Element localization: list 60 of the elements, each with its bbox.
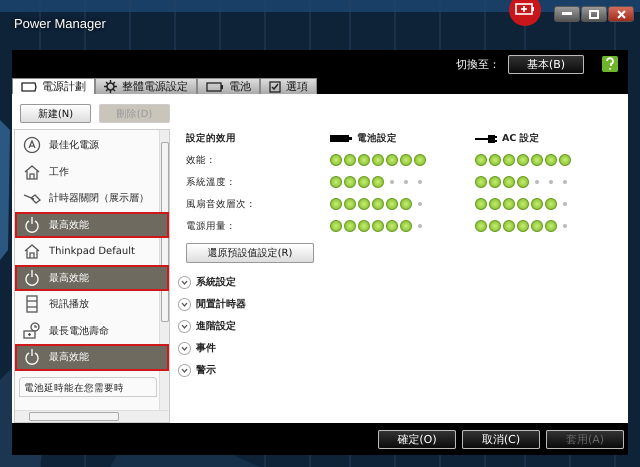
expand-icon[interactable] bbox=[178, 364, 191, 376]
ok-button[interactable]: 確定(O) bbox=[378, 430, 456, 448]
tab[interactable]: 整體電源設定 bbox=[95, 78, 197, 94]
tip-text: 電池延時能在您需要時 bbox=[24, 382, 124, 396]
tab[interactable]: 選項 bbox=[260, 78, 317, 94]
section-title[interactable]: 事件 bbox=[196, 341, 216, 355]
expand-icon[interactable] bbox=[178, 342, 191, 354]
plan-item[interactable]: 工作 bbox=[15, 158, 159, 185]
checkbox-icon bbox=[269, 80, 281, 92]
battery-clock-icon bbox=[23, 322, 41, 340]
effect-label: 電源用量： bbox=[186, 220, 237, 232]
expand-icon[interactable] bbox=[178, 298, 191, 310]
new-button[interactable]: 新建(N) bbox=[20, 104, 91, 123]
help-icon[interactable] bbox=[602, 56, 618, 72]
horizontal-scrollbar[interactable] bbox=[15, 410, 169, 422]
plan-item[interactable]: 計時器關閉（展示層） bbox=[15, 185, 159, 212]
plug-icon bbox=[475, 134, 497, 142]
plan-item[interactable]: 最佳化電源 bbox=[15, 132, 159, 158]
power-icon bbox=[23, 268, 41, 287]
close-button[interactable] bbox=[608, 6, 634, 22]
battery-icon bbox=[330, 135, 352, 142]
restore-defaults-button[interactable]: 還原預設值設定(R) bbox=[186, 243, 314, 263]
section-title[interactable]: 閒置計時器 bbox=[196, 297, 246, 311]
auto-mode-icon bbox=[23, 136, 41, 154]
mode-button[interactable]: 基本(B) bbox=[508, 54, 584, 74]
plan-item[interactable]: 最高效能 bbox=[15, 264, 169, 291]
minimize-button[interactable] bbox=[554, 6, 580, 22]
house-icon bbox=[23, 162, 41, 181]
section-title[interactable]: 進階設定 bbox=[196, 319, 236, 333]
switch-label: 切換至： bbox=[456, 56, 500, 72]
plan-item[interactable]: Thinkpad Default bbox=[15, 238, 159, 264]
effect-label: 效能： bbox=[186, 154, 217, 166]
expand-icon[interactable] bbox=[178, 276, 191, 288]
plan-item[interactable]: 最長電池壽命 bbox=[15, 318, 159, 344]
ac-heading-text: AC 設定 bbox=[502, 132, 540, 145]
plan-item[interactable]: 視訊播放 bbox=[15, 291, 159, 318]
plan-item[interactable]: 最高效能 bbox=[15, 212, 169, 238]
battery-heading-text: 電池設定 bbox=[357, 132, 397, 145]
window-title: Power Manager bbox=[14, 16, 106, 31]
battery-icon bbox=[21, 82, 37, 92]
power-icon bbox=[23, 348, 41, 366]
section-title[interactable]: 系統設定 bbox=[196, 275, 236, 289]
maximize-icon bbox=[589, 10, 599, 18]
effect-label: 風扇音效層次： bbox=[186, 198, 257, 210]
effects-title: 設定的效用 bbox=[186, 132, 237, 145]
power-icon bbox=[23, 216, 41, 234]
plan-item[interactable]: 最高效能 bbox=[15, 344, 169, 370]
effect-label: 系統溫度： bbox=[186, 176, 237, 188]
section-title[interactable]: 警示 bbox=[196, 363, 216, 377]
battery-icon bbox=[206, 82, 224, 92]
house-icon bbox=[23, 242, 41, 260]
maximize-button[interactable] bbox=[581, 6, 607, 22]
battery-badge-icon bbox=[508, 0, 542, 28]
close-icon bbox=[616, 10, 626, 18]
settings-icon bbox=[104, 80, 117, 93]
minimize-icon bbox=[562, 12, 572, 16]
cancel-button[interactable]: 取消(C) bbox=[462, 430, 540, 448]
tab[interactable]: 電池 bbox=[197, 78, 260, 94]
tab[interactable]: 電源計劃 bbox=[12, 78, 95, 94]
expand-icon[interactable] bbox=[178, 320, 191, 332]
